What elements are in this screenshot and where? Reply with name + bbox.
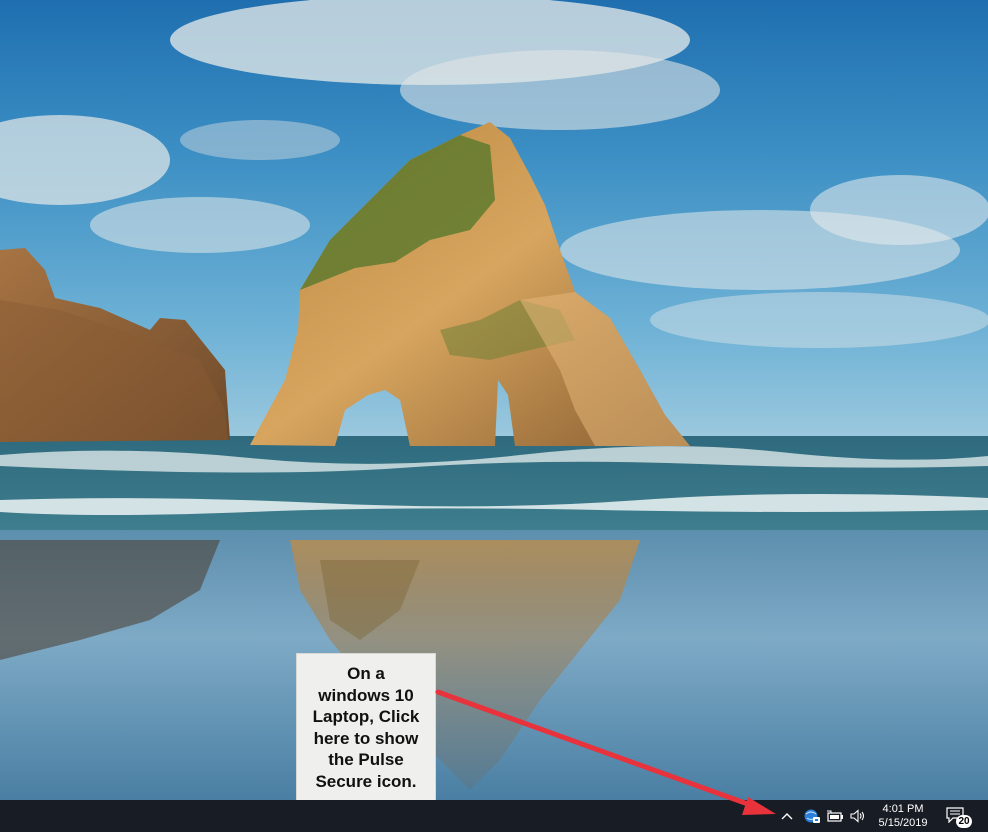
chevron-up-icon	[781, 813, 793, 820]
network-vpn-tray-icon[interactable]	[800, 800, 824, 832]
battery-power-icon	[827, 810, 843, 822]
callout-line: the Pulse	[328, 750, 404, 769]
callout-line: Secure icon.	[315, 771, 417, 791]
notification-count-badge: 20	[956, 815, 972, 828]
desktop: On a windows 10 Laptop, Click here to sh…	[0, 0, 988, 800]
action-center-button[interactable]: 20	[940, 800, 974, 832]
callout-line: Laptop, Click	[312, 707, 420, 726]
instruction-callout: On a windows 10 Laptop, Click here to sh…	[296, 653, 436, 800]
desktop-wallpaper	[0, 0, 988, 800]
callout-text: On a windows 10 Laptop, Click here to sh…	[313, 663, 420, 792]
show-hidden-icons-button[interactable]	[776, 800, 798, 832]
taskbar-clock[interactable]: 4:01 PM 5/15/2019	[870, 800, 936, 832]
volume-icon	[850, 809, 865, 823]
callout-line: On a	[347, 664, 385, 683]
volume-tray-icon[interactable]	[847, 800, 869, 832]
network-vpn-icon	[804, 809, 820, 823]
battery-tray-icon[interactable]	[824, 800, 846, 832]
clock-date: 5/15/2019	[878, 817, 928, 829]
callout-line: here to show	[313, 728, 419, 748]
callout-line: windows 10	[318, 685, 414, 705]
clock-time: 4:01 PM	[882, 803, 924, 815]
taskbar: 4:01 PM 5/15/2019 20	[0, 800, 988, 832]
